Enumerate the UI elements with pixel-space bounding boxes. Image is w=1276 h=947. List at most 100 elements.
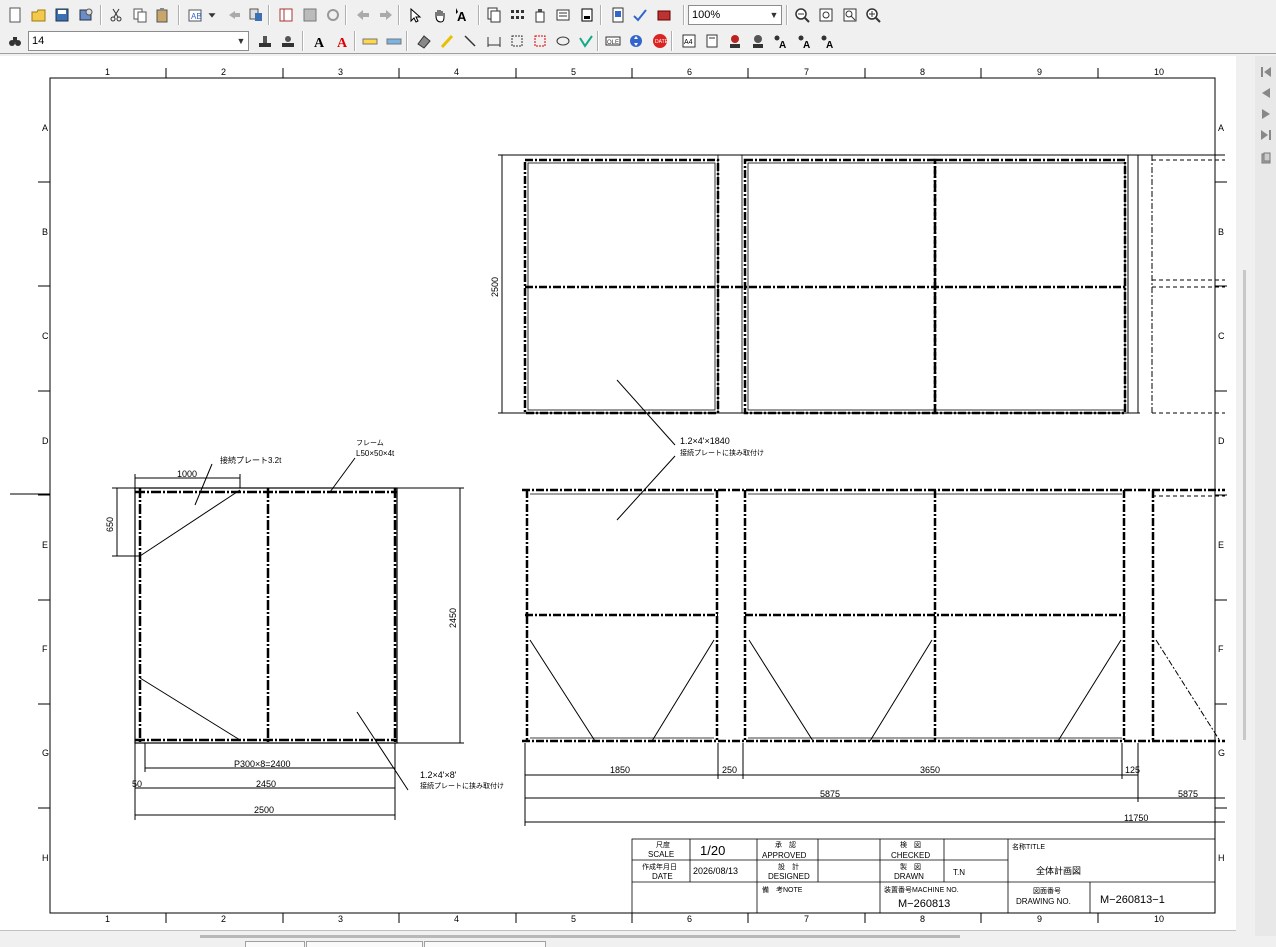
layer-icon[interactable] — [300, 5, 320, 25]
scale-value: 1/20 — [700, 843, 725, 858]
move-icon[interactable] — [626, 31, 646, 51]
stamp-a-icon[interactable] — [255, 31, 275, 51]
dimension-red-icon[interactable] — [530, 31, 550, 51]
row-zone-label: A — [42, 123, 48, 133]
font-size-select[interactable]: 14 ▼ — [28, 31, 249, 51]
back-arrow-icon[interactable] — [353, 5, 373, 25]
chevron-down-icon[interactable]: ▼ — [234, 32, 248, 50]
copy-icon[interactable] — [130, 5, 150, 25]
paste-icon[interactable] — [152, 5, 172, 25]
chevron-down-icon[interactable]: ▼ — [767, 6, 781, 24]
vertical-scroll-thumb[interactable] — [1243, 270, 1246, 740]
column-zone-label: 8 — [920, 67, 925, 77]
select-text-icon[interactable]: A — [452, 5, 472, 25]
drawing-canvas[interactable]: 1 1 2 2 3 3 4 4 5 5 6 6 7 7 8 8 9 9 10 10 A A B B C C D D E E F F G G H H — [0, 56, 1236, 930]
zoom-window-icon[interactable] — [816, 5, 836, 25]
check-icon[interactable] — [630, 5, 650, 25]
text-red-a-icon[interactable]: A — [333, 31, 353, 51]
column-zone-label: 9 — [1037, 67, 1042, 77]
zoom-out-icon[interactable] — [792, 5, 812, 25]
ruler-icon[interactable] — [702, 31, 722, 51]
cut-icon[interactable] — [106, 5, 126, 25]
pen-icon[interactable] — [437, 31, 457, 51]
page-list-icon[interactable] — [1258, 150, 1273, 166]
prev-page-icon[interactable] — [1258, 85, 1273, 101]
sheet-tab[interactable] — [424, 941, 546, 947]
page-icon[interactable] — [577, 5, 597, 25]
row-zone-label: G — [42, 748, 49, 758]
last-page-icon[interactable] — [1258, 127, 1273, 143]
insert-object-icon[interactable]: AB — [185, 5, 205, 25]
cloud-icon[interactable] — [553, 31, 573, 51]
paste-special-icon[interactable] — [246, 5, 266, 25]
sheet-icon[interactable] — [276, 5, 296, 25]
sheet-tab[interactable] — [306, 941, 423, 947]
hand-pan-icon[interactable] — [430, 5, 450, 25]
first-page-icon[interactable] — [1258, 64, 1273, 80]
binoculars-icon[interactable] — [5, 31, 25, 51]
blue-highlight-icon[interactable] — [384, 31, 404, 51]
zoom-prev-icon[interactable] — [840, 5, 860, 25]
next-page-icon[interactable] — [1258, 106, 1273, 122]
stamp-dark-icon[interactable] — [748, 31, 768, 51]
save-all-icon[interactable] — [76, 5, 96, 25]
machine-no-value: M−260813 — [898, 898, 950, 910]
dim-5875-left: 5875 — [820, 789, 840, 799]
dimension-box-icon[interactable] — [507, 31, 527, 51]
open-folder-icon[interactable] — [29, 5, 49, 25]
vertical-scrollbar[interactable] — [1237, 56, 1255, 936]
date-circle-icon[interactable]: DATE — [650, 31, 670, 51]
right-top-labels: 2500 1.2×4'×1840 接続プレートに挟み取付け — [490, 277, 764, 457]
new-file-icon[interactable] — [5, 5, 25, 25]
save-icon[interactable] — [52, 5, 72, 25]
panel-note-right-2: 接続プレートに挟み取付け — [680, 448, 764, 457]
yellow-highlight-icon[interactable] — [360, 31, 380, 51]
stamp-red-icon[interactable] — [725, 31, 745, 51]
column-zone-label: 2 — [221, 914, 226, 924]
eraser-icon[interactable] — [414, 31, 434, 51]
a4-icon[interactable]: A4 — [679, 31, 699, 51]
dim-125: 125 — [1125, 765, 1140, 775]
panel-note-right: 1.2×4'×1840 — [680, 436, 730, 446]
document-icon[interactable] — [608, 5, 628, 25]
book-icon[interactable] — [654, 5, 674, 25]
undo-icon[interactable] — [224, 5, 244, 25]
panel-note-2: 接続プレートに挟み取付け — [420, 781, 504, 790]
zoom-select[interactable]: 100% ▼ — [688, 5, 782, 25]
panel-note: 1.2×4'×8' — [420, 770, 457, 780]
zoom-in-icon[interactable] — [863, 5, 883, 25]
svg-text:A: A — [826, 40, 833, 49]
dim-5875-right: 5875 — [1178, 789, 1198, 799]
frame-spec: L50×50×4t — [356, 449, 395, 458]
title-label: 名称TITLE — [1012, 842, 1045, 851]
check-mark-icon[interactable] — [576, 31, 596, 51]
font-a2-icon[interactable]: A — [795, 31, 815, 51]
properties-icon[interactable] — [553, 5, 573, 25]
sheet-tab[interactable] — [245, 941, 305, 947]
font-a3-icon[interactable]: A — [818, 31, 838, 51]
right-top-view — [498, 154, 1225, 521]
grid-icon[interactable] — [507, 5, 527, 25]
copy-page-icon[interactable] — [484, 5, 504, 25]
forward-arrow-icon[interactable] — [376, 5, 396, 25]
select-pointer-icon[interactable] — [405, 5, 425, 25]
toolbar-separator — [478, 5, 480, 25]
horizontal-scrollbar[interactable] — [0, 930, 1236, 947]
dim-2500-vertical: 2500 — [490, 277, 500, 297]
line-icon[interactable] — [460, 31, 480, 51]
dimension-h-icon[interactable] — [484, 31, 504, 51]
text-bold-a-icon[interactable]: A — [310, 31, 330, 51]
horizontal-scroll-thumb[interactable] — [200, 935, 960, 938]
stamp-b-icon[interactable] — [278, 31, 298, 51]
dropdown-arrow-icon[interactable] — [205, 5, 219, 25]
font-a1-icon[interactable]: A — [771, 31, 791, 51]
row-zone-label: C — [42, 331, 49, 341]
date-stamp-icon[interactable]: OLE — [603, 31, 623, 51]
refresh-icon[interactable] — [323, 5, 343, 25]
scale-label: SCALE — [648, 850, 674, 859]
bottle-icon[interactable] — [530, 5, 550, 25]
drawing-no-value: M−260813−1 — [1100, 894, 1165, 906]
row-zone-label: H — [42, 853, 49, 863]
date-value: 2026/08/13 — [693, 866, 738, 876]
approved-label: APPROVED — [762, 851, 807, 860]
